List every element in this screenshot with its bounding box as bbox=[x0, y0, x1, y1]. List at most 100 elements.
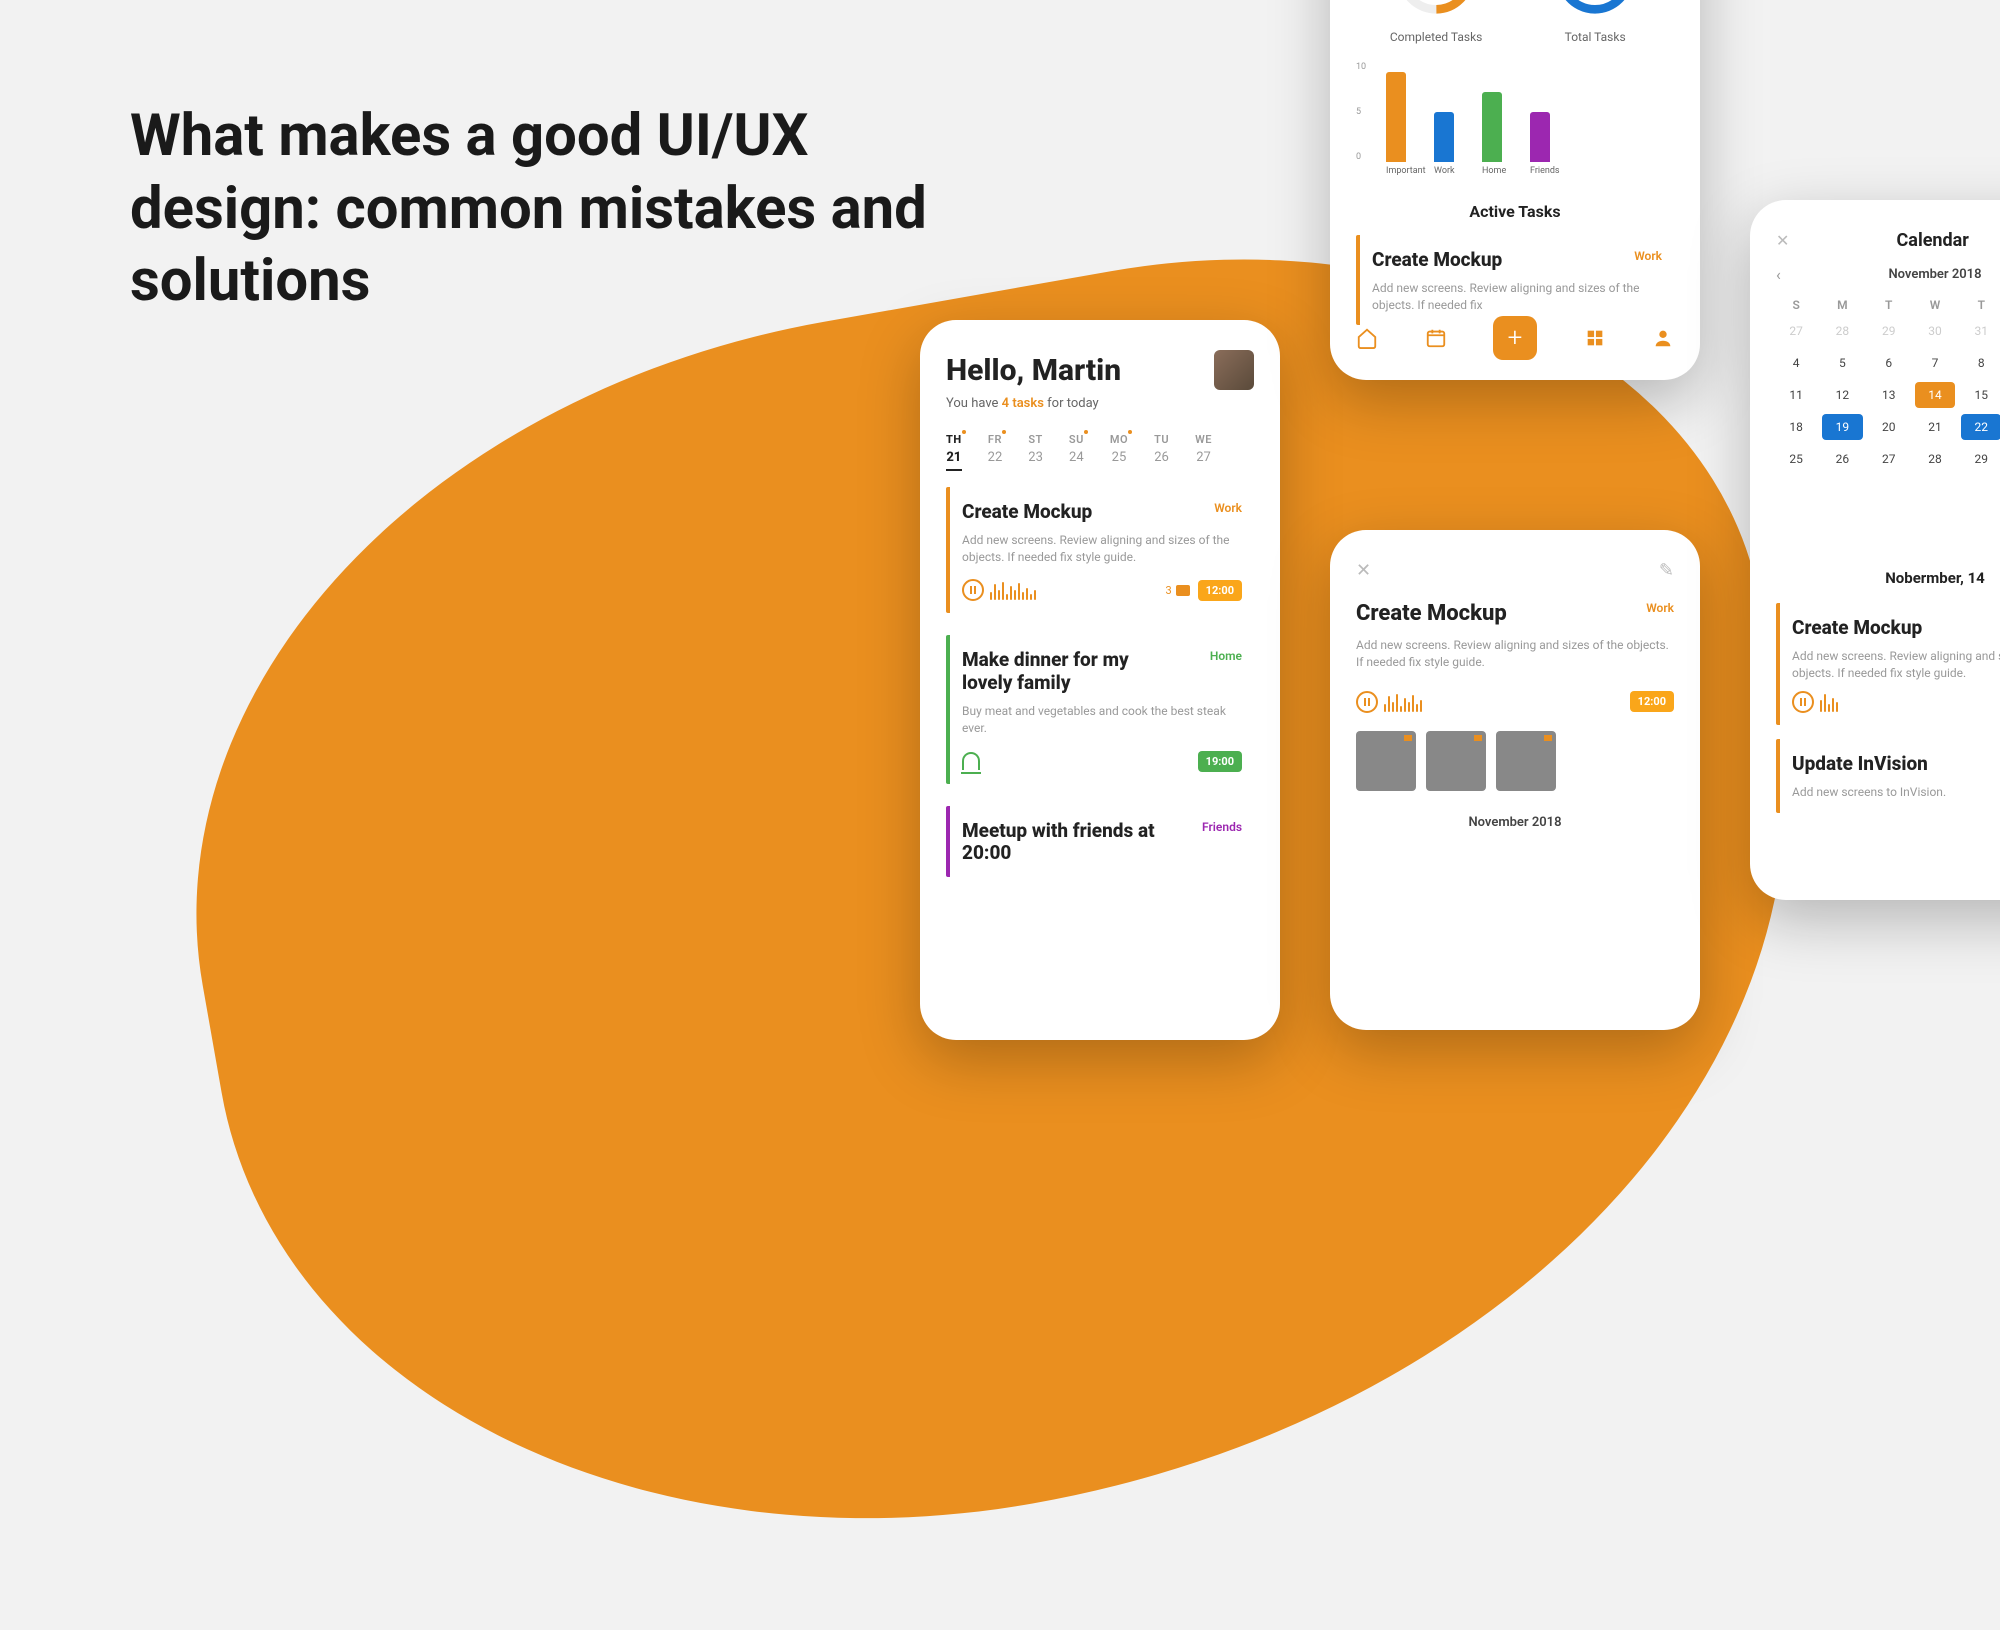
home-icon[interactable] bbox=[1356, 327, 1378, 349]
weekday-su[interactable]: SU24 bbox=[1069, 433, 1084, 465]
week-strip[interactable]: TH21 FR22 ST23 SU24 MO25 TU26 WE27 bbox=[946, 433, 1254, 465]
cal-day[interactable]: 15 bbox=[1961, 382, 2000, 408]
cal-day[interactable]: 11 bbox=[1776, 382, 1816, 408]
cal-day-head: T bbox=[1869, 298, 1909, 312]
cal-day[interactable]: 18 bbox=[1776, 414, 1816, 440]
phone-calendar: ✕ Calendar ‹ November 2018 › SMTWTFS2728… bbox=[1750, 200, 2000, 900]
donut-label: Total Tasks bbox=[1550, 30, 1640, 44]
weekday-tu[interactable]: TU26 bbox=[1154, 433, 1169, 465]
cal-day-head: S bbox=[1776, 298, 1816, 312]
attachment-count: 3 bbox=[1165, 584, 1189, 597]
bell-icon[interactable] bbox=[962, 752, 980, 770]
cal-day-head: M bbox=[1822, 298, 1862, 312]
pause-icon[interactable] bbox=[962, 579, 984, 601]
greeting-title: Hello, Martin bbox=[946, 353, 1121, 388]
donut-completed: 75% Completed Tasks bbox=[1390, 0, 1483, 44]
chevron-left-icon[interactable]: ‹ bbox=[1776, 265, 1781, 284]
add-button[interactable]: + bbox=[1493, 316, 1537, 360]
weekday-we[interactable]: WE27 bbox=[1195, 433, 1212, 465]
bar-friends bbox=[1530, 112, 1550, 162]
close-icon[interactable]: ✕ bbox=[1776, 231, 1789, 250]
task-card[interactable]: Update InVision Add new screens to InVis… bbox=[1776, 739, 2000, 813]
calendar-icon[interactable] bbox=[1425, 327, 1447, 349]
cal-day-head: W bbox=[1915, 298, 1955, 312]
month-label: November 2018 bbox=[1356, 815, 1674, 830]
calendar-title: Calendar bbox=[1789, 230, 2000, 251]
weekday-fr[interactable]: FR22 bbox=[988, 433, 1003, 465]
cal-day[interactable]: 31 bbox=[1961, 318, 2000, 344]
task-tag: Home bbox=[1210, 649, 1242, 663]
time-badge: 19:00 bbox=[1198, 751, 1242, 772]
task-tag: Friends bbox=[1202, 820, 1242, 834]
phone-task-detail: ✕ ✎ Create Mockup Work Add new screens. … bbox=[1330, 530, 1700, 1030]
cal-day[interactable]: 13 bbox=[1869, 382, 1909, 408]
task-title: Create Mockup bbox=[1356, 601, 1507, 627]
task-tag: Work bbox=[1214, 501, 1242, 515]
calendar-month: November 2018 bbox=[1888, 267, 1981, 282]
cal-day[interactable]: 12 bbox=[1822, 382, 1862, 408]
cal-day[interactable]: 14 bbox=[1915, 382, 1955, 408]
cal-day[interactable]: 4 bbox=[1776, 350, 1816, 376]
cal-day[interactable]: 6 bbox=[1869, 350, 1909, 376]
waveform-icon bbox=[990, 580, 1036, 600]
task-card[interactable]: Create Mockup Add new screens. Review al… bbox=[1776, 603, 2000, 725]
thumb-image[interactable] bbox=[1356, 731, 1416, 791]
cal-day[interactable]: 21 bbox=[1915, 414, 1955, 440]
task-card-work[interactable]: Create Mockup Work Add new screens. Revi… bbox=[946, 487, 1254, 613]
waveform-icon bbox=[1820, 692, 1838, 712]
cal-day[interactable]: 29 bbox=[1869, 318, 1909, 344]
task-card-home[interactable]: Make dinner for my lovely family Home Bu… bbox=[946, 635, 1254, 783]
cal-day[interactable]: 28 bbox=[1915, 446, 1955, 472]
thumb-image[interactable] bbox=[1496, 731, 1556, 791]
bar-important bbox=[1386, 72, 1406, 162]
cal-day[interactable]: 27 bbox=[1776, 318, 1816, 344]
weekday-st[interactable]: ST23 bbox=[1028, 433, 1043, 465]
cal-day[interactable]: 30 bbox=[1915, 318, 1955, 344]
time-badge: 12:00 bbox=[1198, 580, 1242, 601]
pause-icon[interactable] bbox=[1792, 691, 1814, 713]
avatar[interactable] bbox=[1214, 350, 1254, 390]
time-badge: 12:00 bbox=[1630, 691, 1674, 712]
cal-day[interactable]: 8 bbox=[1961, 350, 2000, 376]
close-icon[interactable]: ✕ bbox=[1356, 560, 1371, 581]
thumb-image[interactable] bbox=[1426, 731, 1486, 791]
grid-icon[interactable] bbox=[1584, 327, 1606, 349]
task-title: Meetup with friends at 20:00 bbox=[962, 820, 1162, 866]
folder-icon bbox=[1176, 585, 1190, 596]
task-desc: Add new screens. Review aligning and siz… bbox=[962, 532, 1242, 566]
task-desc: Buy meat and vegetables and cook the bes… bbox=[962, 703, 1242, 737]
cal-day[interactable]: 7 bbox=[1915, 350, 1955, 376]
user-icon[interactable] bbox=[1652, 327, 1674, 349]
task-desc: Add new screens. Review aligning and siz… bbox=[1356, 637, 1674, 671]
cal-day[interactable]: 27 bbox=[1869, 446, 1909, 472]
cal-day[interactable]: 19 bbox=[1822, 414, 1862, 440]
cal-day[interactable]: 5 bbox=[1822, 350, 1862, 376]
edit-icon[interactable]: ✎ bbox=[1659, 560, 1674, 581]
weekday-mo[interactable]: MO25 bbox=[1110, 433, 1128, 465]
pause-icon[interactable] bbox=[1356, 691, 1378, 713]
calendar-grid[interactable]: SMTWTFS272829303112456789101112131415161… bbox=[1776, 298, 2000, 472]
cal-day[interactable]: 26 bbox=[1822, 446, 1862, 472]
waveform-icon bbox=[1384, 692, 1422, 712]
task-desc: Add new screens. Review aligning and siz… bbox=[1372, 280, 1662, 314]
phone-home: Hello, Martin You have 4 tasks for today… bbox=[920, 320, 1280, 1040]
cal-day[interactable]: 22 bbox=[1961, 414, 2000, 440]
task-title: Create Mockup bbox=[1792, 617, 1992, 640]
bar-home bbox=[1482, 92, 1502, 162]
category-bar-chart: 1050 ImportantWorkHomeFriends bbox=[1356, 62, 1674, 176]
tab-bar: + bbox=[1356, 316, 1674, 360]
active-tasks-heading: Active Tasks bbox=[1356, 202, 1674, 221]
page-headline: What makes a good UI/UX design: common m… bbox=[130, 100, 930, 318]
cal-day[interactable]: 29 bbox=[1961, 446, 2000, 472]
bar-label: Important bbox=[1386, 166, 1406, 176]
attachment-thumbs bbox=[1356, 731, 1674, 791]
cal-day[interactable]: 28 bbox=[1822, 318, 1862, 344]
task-tag: Work bbox=[1646, 601, 1674, 615]
task-title: Create Mockup bbox=[962, 501, 1092, 524]
cal-day[interactable]: 20 bbox=[1869, 414, 1909, 440]
cal-day[interactable]: 25 bbox=[1776, 446, 1816, 472]
bar-label: Work bbox=[1434, 166, 1454, 176]
task-card-friends[interactable]: Meetup with friends at 20:00 Friends bbox=[946, 806, 1254, 878]
weekday-th[interactable]: TH21 bbox=[946, 433, 962, 465]
task-card[interactable]: Create Mockup Work Add new screens. Revi… bbox=[1356, 235, 1674, 325]
